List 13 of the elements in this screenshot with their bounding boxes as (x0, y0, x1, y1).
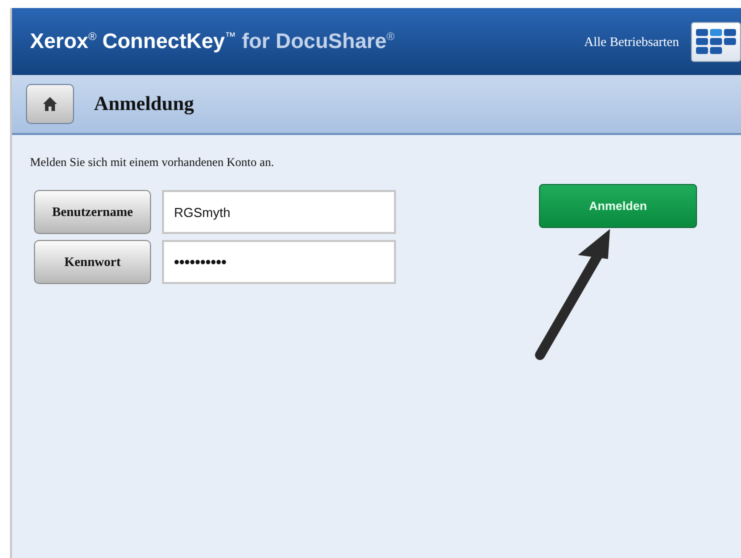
mode-label: Alle Betriebsarten (584, 34, 679, 50)
instruction-text: Melden Sie sich mit einem vorhandenen Konto an. (30, 155, 275, 170)
home-button[interactable] (26, 84, 74, 124)
field-label-button[interactable]: Benutzername (34, 190, 151, 234)
app-title: Xerox$^{®}$ ConnectKey$^{™}$ (30, 30, 236, 54)
username-field[interactable]: RGSmyth (162, 190, 396, 234)
grid-icon (694, 26, 738, 56)
apps-grid-button[interactable] (691, 22, 741, 62)
page-title: Anmeldung (94, 92, 194, 116)
field-label-button[interactable]: Kennwort (34, 240, 151, 284)
password-field[interactable]: •••••••••• (162, 240, 396, 284)
app-subtitle: for DocuShare$^{®}$ (242, 30, 395, 54)
home-icon (42, 96, 58, 112)
